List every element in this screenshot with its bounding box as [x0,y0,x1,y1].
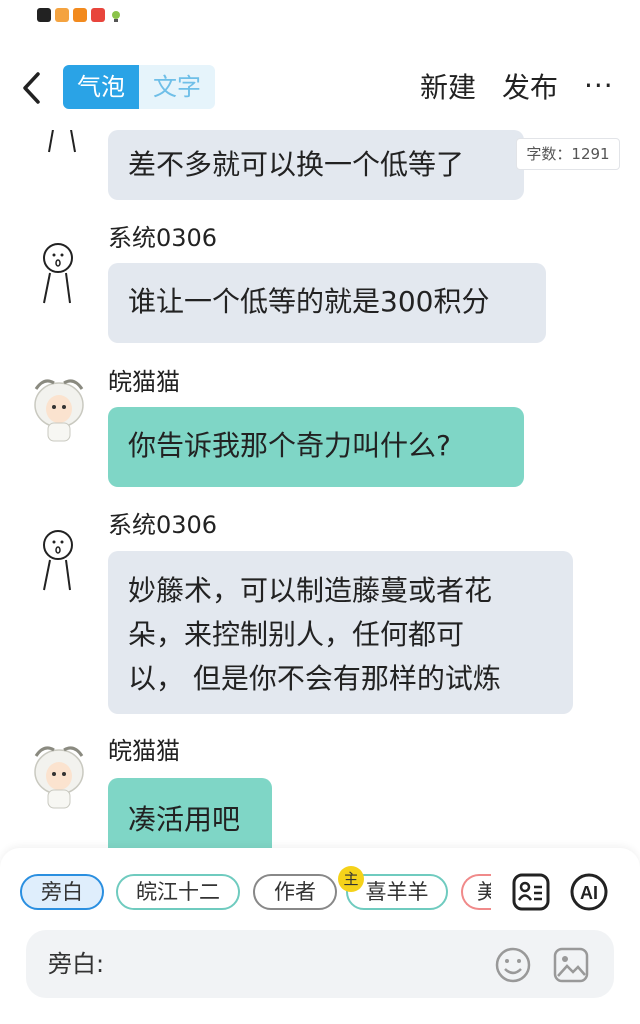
publish-button[interactable]: 发布 [502,66,558,110]
composer-panel: 旁白 皖江十二 作者 喜羊羊 主 美 AI 旁白: [0,848,640,1024]
role-card-icon[interactable] [511,872,551,912]
message-text-line: 妙籐术，可以制造藤蔓或者花 [128,574,493,607]
message-bubble[interactable]: 谁让一个低等的就是300积分 [108,263,546,343]
stick-figure-avatar[interactable] [30,525,90,595]
message-text-line: 朵，来控制别人，任何都可 [128,618,465,651]
role-chip[interactable]: 美 [461,874,491,910]
sheep-avatar[interactable] [28,742,88,812]
sender-name: 皖猫猫 [108,368,180,396]
message-bubble[interactable]: 你告诉我那个奇力叫什么? [108,407,524,487]
tab-bubble[interactable]: 气泡 [63,65,139,109]
role-chip[interactable]: 皖江十二 [116,874,240,910]
role-chip[interactable]: 作者 [253,874,337,910]
composer-input[interactable]: 旁白: [26,930,614,998]
message-text-line: 以， 但是你不会有那样的试炼 [128,662,501,695]
lightbulb-icon [109,8,123,22]
sender-name: 皖猫猫 [108,737,180,765]
more-icon[interactable]: ··· [584,66,614,106]
sender-name: 系统0306 [108,511,218,539]
top-bar: 气泡 文字 新建 发布 ··· [0,44,640,130]
message-text: 差不多就可以换一个低等了 [128,148,465,181]
role-chip-narrator[interactable]: 旁白 [20,874,104,910]
message-list[interactable]: 差不多就可以换一个低等了 系统0306 谁让一个低等的就是300积分 皖猫猫 你… [0,130,640,850]
red-app-icon [91,8,105,22]
sender-name: 系统0306 [108,224,218,252]
back-icon[interactable] [18,70,48,106]
ai-icon[interactable]: AI [569,872,609,912]
message-text: 谁让一个低等的就是300积分 [128,285,490,318]
composer-role-label: 旁白: [48,950,105,978]
status-bar [0,0,640,44]
new-button[interactable]: 新建 [420,66,476,110]
message-bubble[interactable]: 凑活用吧 [108,778,272,850]
stick-figure-avatar[interactable] [30,238,90,308]
image-icon[interactable] [552,946,590,984]
svg-text:AI: AI [580,883,598,903]
message-text: 你告诉我那个奇力叫什么? [128,429,451,462]
stick-figure-avatar[interactable] [32,130,92,160]
orange-app-icon [73,8,87,22]
message-text: 凑活用吧 [128,803,241,836]
emoji-icon[interactable] [494,946,532,984]
tab-text[interactable]: 文字 [139,65,215,109]
sheep-avatar[interactable] [28,375,88,445]
mode-switch: 气泡 文字 [63,65,215,109]
orange-app-icon [55,8,69,22]
protagonist-badge: 主 [338,866,364,892]
message-bubble[interactable]: 妙籐术，可以制造藤蔓或者花 朵，来控制别人，任何都可 以， 但是你不会有那样的试… [108,551,573,714]
message-bubble[interactable]: 差不多就可以换一个低等了 [108,130,524,200]
cctv-app-icon [37,8,51,22]
word-count: 字数：1291 [516,138,620,170]
